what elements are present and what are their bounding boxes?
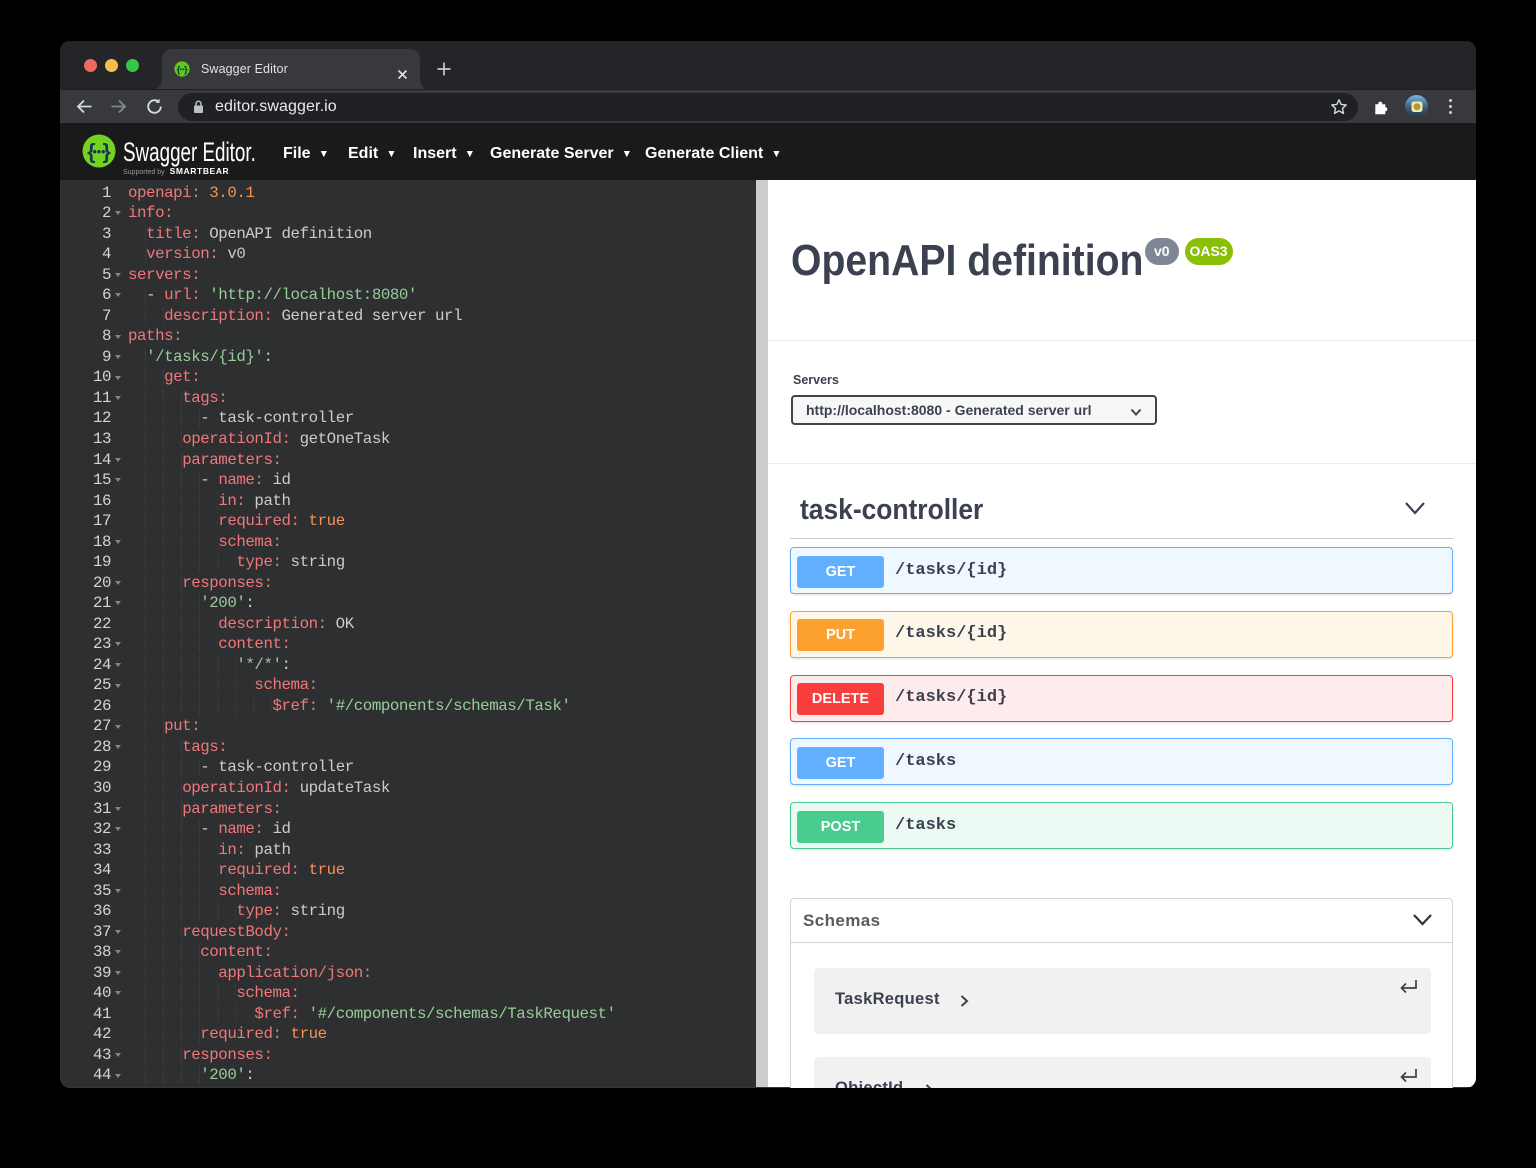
svg-text:{: { [177, 64, 181, 75]
svg-text:}: } [184, 64, 188, 75]
